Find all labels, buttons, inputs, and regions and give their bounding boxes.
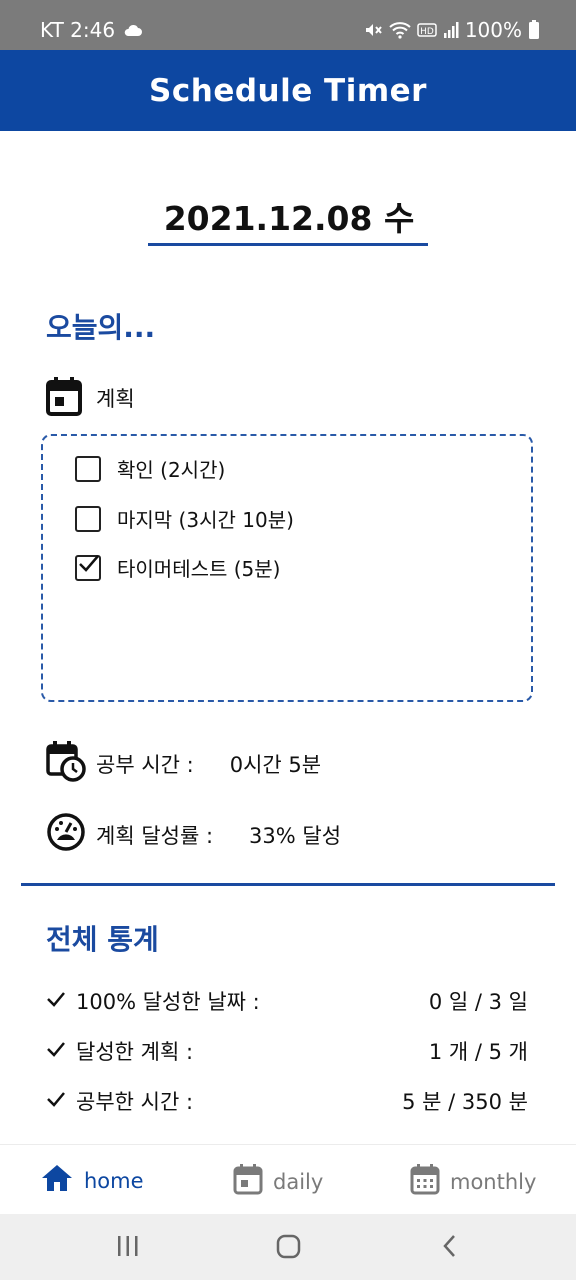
svg-text:HD: HD xyxy=(420,27,434,37)
stat-row: 공부한 시간 : 5 분 / 350 분 xyxy=(46,1086,528,1116)
date-display[interactable]: 2021.12.08 수 xyxy=(150,192,428,240)
nav-daily-label: daily xyxy=(273,1169,324,1194)
achievement-value: 33% 달성 xyxy=(249,823,342,848)
achievement-row: 계획 달성률 : 33% 달성 xyxy=(46,812,341,857)
stat-label: 100% 달성한 날짜 : xyxy=(76,990,260,1014)
study-time-label: 공부 시간 : xyxy=(96,752,194,777)
calendar-icon xyxy=(46,376,82,420)
battery-percent: 100% xyxy=(464,18,522,42)
achievement-label: 계획 달성률 : xyxy=(96,823,214,848)
back-icon[interactable] xyxy=(440,1232,460,1264)
task-label: 타이머테스트 (5분) xyxy=(117,557,281,581)
list-item[interactable]: 확인 (2시간) xyxy=(75,454,225,483)
task-checkbox[interactable] xyxy=(75,505,101,532)
calendar-clock-icon xyxy=(46,740,86,787)
hd-icon: HD xyxy=(417,22,437,38)
nav-home-label: home xyxy=(84,1168,144,1193)
plan-label: 계획 xyxy=(96,387,135,411)
check-icon xyxy=(46,1089,66,1113)
stats-heading: 전체 통계 xyxy=(46,923,159,956)
task-checkbox[interactable] xyxy=(75,455,101,482)
stat-value: 1 개 / 5 개 xyxy=(428,1040,528,1064)
section-divider xyxy=(21,883,555,886)
bottom-nav: home daily monthly xyxy=(0,1144,576,1214)
date-underline xyxy=(148,243,428,246)
status-right: HD 100% xyxy=(363,18,540,42)
stat-value: 5 분 / 350 분 xyxy=(402,1090,528,1114)
nav-monthly[interactable]: monthly xyxy=(410,1163,536,1200)
nav-monthly-label: monthly xyxy=(450,1169,537,1194)
calendar-month-icon xyxy=(410,1163,440,1200)
app-title: Schedule Timer xyxy=(149,72,427,109)
stat-row: 달성한 계획 : 1 개 / 5 개 xyxy=(46,1036,528,1066)
mute-icon xyxy=(363,20,383,40)
home-circle-icon[interactable] xyxy=(276,1232,302,1264)
stat-label: 공부한 시간 : xyxy=(76,1090,194,1114)
gauge-icon xyxy=(46,812,86,857)
task-label: 마지막 (3시간 10분) xyxy=(117,508,294,532)
nav-home[interactable]: home xyxy=(40,1163,144,1198)
check-icon xyxy=(46,989,66,1013)
plan-row: 계획 xyxy=(46,376,135,420)
nav-daily[interactable]: daily xyxy=(233,1163,323,1200)
status-left: KT 2:46 xyxy=(40,18,143,42)
study-time-row: 공부 시간 : 0시간 5분 xyxy=(46,740,321,787)
task-list: 확인 (2시간) 마지막 (3시간 10분) 타이머테스트 (5분) xyxy=(41,434,533,702)
recents-icon[interactable] xyxy=(116,1232,140,1264)
cloud-icon xyxy=(123,22,143,38)
wifi-icon xyxy=(389,21,411,39)
list-item[interactable]: 마지막 (3시간 10분) xyxy=(75,504,294,533)
system-nav xyxy=(0,1214,576,1280)
task-label: 확인 (2시간) xyxy=(117,458,226,482)
battery-icon xyxy=(528,20,540,40)
calendar-day-icon xyxy=(233,1163,263,1200)
list-item[interactable]: 타이머테스트 (5분) xyxy=(75,553,281,582)
home-icon xyxy=(40,1163,74,1198)
today-heading: 오늘의... xyxy=(46,311,156,344)
signal-icon xyxy=(443,21,459,39)
stat-row: 100% 달성한 날짜 : 0 일 / 3 일 xyxy=(46,986,528,1016)
check-icon xyxy=(46,1039,66,1063)
stat-label: 달성한 계획 : xyxy=(76,1040,194,1064)
task-checkbox-checked[interactable] xyxy=(75,554,101,581)
study-time-value: 0시간 5분 xyxy=(229,752,322,777)
carrier-time: KT 2:46 xyxy=(40,18,116,42)
app-bar: Schedule Timer xyxy=(0,50,576,131)
stat-value: 0 일 / 3 일 xyxy=(428,990,528,1014)
